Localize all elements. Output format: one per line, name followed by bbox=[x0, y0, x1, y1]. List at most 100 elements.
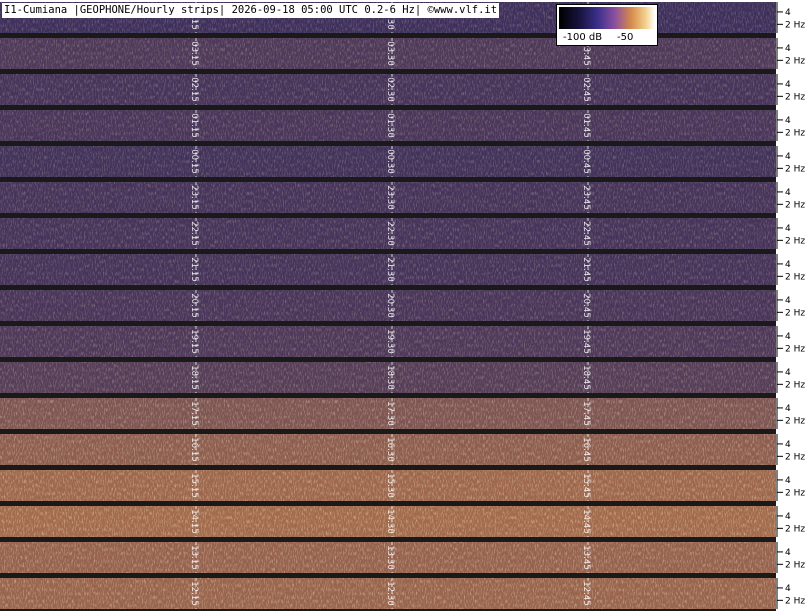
strip-time-label: 17:30 bbox=[385, 401, 395, 426]
strip-time-label: 18:45 bbox=[581, 365, 591, 390]
strip-time-label: 02:15 bbox=[189, 77, 199, 102]
tick-label-4: 4 bbox=[785, 260, 791, 270]
tick-label-2hz: 2 Hz bbox=[785, 308, 805, 318]
tick-label-2hz: 2 Hz bbox=[785, 20, 805, 30]
strip-separator bbox=[0, 105, 776, 110]
strip-separator bbox=[0, 573, 776, 578]
strip-time-label: 14:15 bbox=[189, 509, 199, 534]
tick-label-4: 4 bbox=[785, 152, 791, 162]
tick-label-4: 4 bbox=[785, 296, 791, 306]
tick-label-2hz: 2 Hz bbox=[785, 524, 805, 534]
strip-time-label: 01:45 bbox=[581, 113, 591, 138]
strip-separator bbox=[0, 357, 776, 362]
tick-label-2hz: 2 Hz bbox=[785, 380, 805, 390]
strip-time-label: 14:30 bbox=[385, 509, 395, 534]
strip-time-label: 16:45 bbox=[581, 437, 591, 462]
strip-time-label: 19:45 bbox=[581, 329, 591, 354]
strip-separator bbox=[0, 321, 776, 326]
tick-label-2hz: 2 Hz bbox=[785, 56, 805, 66]
strip-time-label: 13:15 bbox=[189, 545, 199, 570]
strip-time-label: 00:45 bbox=[581, 149, 591, 174]
strip-time-label: 15:45 bbox=[581, 473, 591, 498]
strip-time-label: 20:15 bbox=[189, 293, 199, 318]
strip-time-label: 20:30 bbox=[385, 293, 395, 318]
tick-label-4: 4 bbox=[785, 476, 791, 486]
strip-separator bbox=[0, 537, 776, 542]
tick-label-4: 4 bbox=[785, 368, 791, 378]
strip-separator bbox=[0, 249, 776, 254]
strip-time-label: 01:15 bbox=[189, 113, 199, 138]
tick-label-2hz: 2 Hz bbox=[785, 344, 805, 354]
tick-label-2hz: 2 Hz bbox=[785, 128, 805, 138]
strip-time-label: 03:15 bbox=[189, 41, 199, 66]
strip-separator bbox=[0, 141, 776, 146]
tick-label-2hz: 2 Hz bbox=[785, 596, 805, 606]
strip-separator bbox=[0, 501, 776, 506]
strip-time-label: 18:30 bbox=[385, 365, 395, 390]
tick-label-2hz: 2 Hz bbox=[785, 272, 805, 282]
strip-time-label: 13:30 bbox=[385, 545, 395, 570]
spectrogram-stage: 04:1504:3042 Hz03:1503:3003:4542 Hz02:15… bbox=[0, 0, 812, 614]
strip-time-label: 12:30 bbox=[385, 581, 395, 606]
strip-time-label: 14:45 bbox=[581, 509, 591, 534]
strip-time-label: 21:15 bbox=[189, 257, 199, 282]
strip-time-label: 15:15 bbox=[189, 473, 199, 498]
strip-time-label: 19:30 bbox=[385, 329, 395, 354]
strip-time-label: 23:15 bbox=[189, 185, 199, 210]
strip-separator bbox=[0, 429, 776, 434]
strip-separator bbox=[0, 393, 776, 398]
tick-label-2hz: 2 Hz bbox=[785, 92, 805, 102]
tick-label-4: 4 bbox=[785, 548, 791, 558]
colorbar-gradient bbox=[559, 7, 655, 29]
strip-separator bbox=[0, 33, 776, 38]
tick-label-4: 4 bbox=[785, 44, 791, 54]
tick-label-4: 4 bbox=[785, 584, 791, 594]
header-title: I1-Cumiana |GEOPHONE/Hourly strips| 2026… bbox=[2, 3, 500, 18]
tick-label-2hz: 2 Hz bbox=[785, 452, 805, 462]
strip-separator bbox=[0, 177, 776, 182]
strip-time-label: 16:15 bbox=[189, 437, 199, 462]
hourly-strips: 04:1504:3042 Hz03:1503:3003:4542 Hz02:15… bbox=[0, 2, 812, 614]
strip-time-label: 01:30 bbox=[385, 113, 395, 138]
tick-label-4: 4 bbox=[785, 404, 791, 414]
tick-label-4: 4 bbox=[785, 512, 791, 522]
strip-time-label: 15:30 bbox=[385, 473, 395, 498]
tick-label-2hz: 2 Hz bbox=[785, 488, 805, 498]
strip-time-label: 23:45 bbox=[581, 185, 591, 210]
strip-time-label: 22:15 bbox=[189, 221, 199, 246]
colorbar-max-label: -50 bbox=[617, 32, 634, 43]
strip-time-label: 21:45 bbox=[581, 257, 591, 282]
tick-label-4: 4 bbox=[785, 332, 791, 342]
strip-time-label: 17:15 bbox=[189, 401, 199, 426]
tick-label-2hz: 2 Hz bbox=[785, 416, 805, 426]
strip-time-label: 19:15 bbox=[189, 329, 199, 354]
strip-time-label: 22:30 bbox=[385, 221, 395, 246]
tick-label-4: 4 bbox=[785, 224, 791, 234]
strip-time-label: 03:30 bbox=[385, 41, 395, 66]
strip-separator bbox=[0, 69, 776, 74]
strip-time-label: 16:30 bbox=[385, 437, 395, 462]
strip-time-label: 00:30 bbox=[385, 149, 395, 174]
strip-time-label: 12:45 bbox=[581, 581, 591, 606]
tick-label-4: 4 bbox=[785, 80, 791, 90]
colorbar-min-label: -100 dB bbox=[563, 32, 603, 43]
strip-time-label: 20:45 bbox=[581, 293, 591, 318]
tick-label-4: 4 bbox=[785, 440, 791, 450]
tick-label-2hz: 2 Hz bbox=[785, 236, 805, 246]
strip-time-label: 22:45 bbox=[581, 221, 591, 246]
strip-time-label: 13:45 bbox=[581, 545, 591, 570]
strip-separator bbox=[0, 213, 776, 218]
tick-label-4: 4 bbox=[785, 116, 791, 126]
tick-label-4: 4 bbox=[785, 188, 791, 198]
tick-label-2hz: 2 Hz bbox=[785, 560, 805, 570]
strip-time-label: 12:15 bbox=[189, 581, 199, 606]
strip-time-label: 18:15 bbox=[189, 365, 199, 390]
strip-time-label: 17:45 bbox=[581, 401, 591, 426]
tick-label-4: 4 bbox=[785, 8, 791, 18]
strip-time-label: 02:30 bbox=[385, 77, 395, 102]
strip-separator bbox=[0, 285, 776, 290]
colorbar-legend: -100 dB -50 bbox=[556, 4, 658, 46]
tick-label-2hz: 2 Hz bbox=[785, 164, 805, 174]
tick-label-2hz: 2 Hz bbox=[785, 200, 805, 210]
strip-time-label: 21:30 bbox=[385, 257, 395, 282]
